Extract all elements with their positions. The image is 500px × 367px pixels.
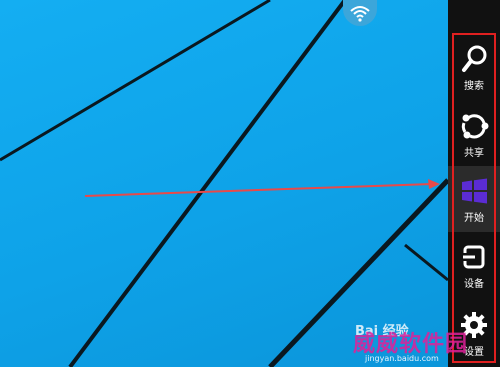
charm-start-label: 开始	[464, 213, 484, 224]
share-icon	[459, 111, 489, 141]
charm-share[interactable]: 共享	[448, 101, 500, 167]
wallpaper-lines	[0, 0, 448, 367]
charm-start[interactable]: 开始	[448, 166, 500, 232]
search-icon	[460, 44, 488, 74]
charm-share-label: 共享	[464, 148, 484, 159]
charm-search-label: 搜索	[464, 81, 484, 92]
devices-icon	[459, 242, 489, 272]
charm-settings-label: 设置	[464, 347, 484, 358]
desktop-wallpaper	[0, 0, 448, 367]
charm-devices[interactable]: 设备	[448, 232, 500, 298]
charm-devices-label: 设备	[464, 279, 484, 290]
charm-settings[interactable]: 设置	[448, 300, 500, 366]
charm-search[interactable]: 搜索	[448, 34, 500, 100]
wifi-icon	[350, 6, 370, 22]
annotation-arrow	[84, 183, 433, 197]
gear-icon	[459, 310, 489, 340]
windows-logo-icon	[459, 176, 489, 206]
